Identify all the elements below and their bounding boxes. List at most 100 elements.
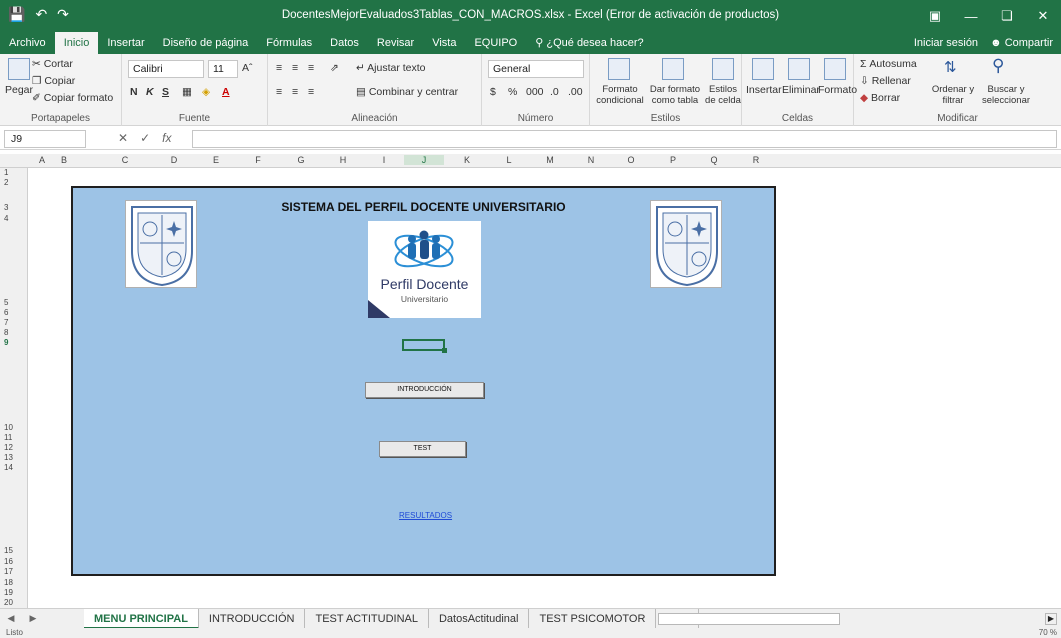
row-header[interactable]: 12 — [4, 443, 13, 452]
test-button[interactable]: TEST — [379, 441, 466, 457]
row-header[interactable]: 13 — [4, 453, 13, 462]
row-header[interactable]: 6 — [4, 308, 8, 317]
percent-icon[interactable]: % — [508, 86, 517, 98]
font-color-icon[interactable]: A — [222, 86, 230, 98]
tab-diseno-pagina[interactable]: Diseño de página — [154, 32, 258, 54]
paste-button[interactable]: Pegar — [5, 84, 33, 96]
conditional-format-button[interactable]: Formato condicional — [594, 84, 646, 106]
paste-icon[interactable] — [8, 58, 30, 80]
column-header-selected[interactable]: J — [404, 155, 444, 165]
align-right-icon[interactable]: ≡ — [308, 86, 314, 98]
currency-icon[interactable]: $ — [490, 86, 496, 98]
column-header[interactable]: G — [295, 155, 307, 165]
row-header[interactable]: 10 — [4, 423, 13, 432]
column-header[interactable]: E — [210, 155, 222, 165]
zoom-level[interactable]: 70 % — [1039, 628, 1057, 637]
cell-styles-button[interactable]: Estilos de celda — [704, 84, 742, 106]
sheet-tab-datos-actitudinal[interactable]: DatosActitudinal — [429, 608, 530, 629]
orientation-icon[interactable]: ⇗ — [330, 62, 339, 74]
font-size-select[interactable]: 11 — [208, 60, 238, 78]
sheet-tab-test-actitudinal[interactable]: TEST ACTITUDINAL — [305, 608, 429, 629]
row-header[interactable]: 11 — [4, 433, 12, 442]
align-center-icon[interactable]: ≡ — [292, 86, 298, 98]
row-header[interactable]: 14 — [4, 463, 13, 472]
function-icon[interactable]: fx — [162, 131, 171, 145]
fill-button[interactable]: ⇩ Rellenar — [860, 75, 911, 87]
sort-filter-icon[interactable]: ⇅ — [944, 58, 957, 76]
column-header[interactable]: M — [544, 155, 556, 165]
row-header[interactable]: 1 — [4, 168, 8, 177]
align-middle-icon[interactable]: ≡ — [292, 62, 298, 74]
thousands-icon[interactable]: 000 — [526, 86, 544, 98]
column-header[interactable]: P — [667, 155, 679, 165]
grow-font-icon[interactable]: Aˆ — [242, 62, 253, 74]
row-header[interactable]: 18 — [4, 578, 13, 587]
ribbon-display-options-icon[interactable]: ▣ — [917, 0, 953, 32]
scroll-tabs-right-icon[interactable]: ▶ — [22, 613, 44, 624]
column-header[interactable]: R — [750, 155, 762, 165]
format-as-table-icon[interactable] — [662, 58, 684, 80]
column-header[interactable]: F — [252, 155, 264, 165]
row-header[interactable]: 16 — [4, 557, 13, 566]
column-header[interactable]: Q — [708, 155, 720, 165]
align-bottom-icon[interactable]: ≡ — [308, 62, 314, 74]
underline-button[interactable]: S — [162, 86, 169, 98]
borders-icon[interactable]: ▦ — [182, 86, 192, 98]
row-header[interactable]: 15 — [4, 546, 13, 555]
find-icon[interactable]: ⚲ — [992, 56, 1004, 76]
column-header[interactable]: H — [337, 155, 349, 165]
column-header[interactable]: N — [585, 155, 597, 165]
scroll-tabs-left-icon[interactable]: ◀ — [0, 613, 22, 624]
merge-center-button[interactable]: ▤ Combinar y centrar — [356, 86, 458, 98]
row-header[interactable]: 3 — [4, 203, 8, 212]
align-top-icon[interactable]: ≡ — [276, 62, 282, 74]
resultados-link[interactable]: RESULTADOS — [399, 511, 452, 520]
tab-archivo[interactable]: Archivo — [0, 32, 55, 54]
minimize-button[interactable]: — — [953, 0, 989, 32]
column-header[interactable]: A — [36, 155, 48, 165]
row-header[interactable]: 2 — [4, 178, 8, 187]
sheet-tab-menu-principal[interactable]: MENU PRINCIPAL — [84, 608, 199, 629]
share-button[interactable]: ☻ Compartir — [990, 37, 1053, 49]
tab-revisar[interactable]: Revisar — [368, 32, 423, 54]
cut-button[interactable]: ✂ Cortar — [32, 58, 73, 70]
restore-button[interactable]: ❏ — [989, 0, 1025, 32]
row-header[interactable]: 5 — [4, 298, 8, 307]
format-as-table-button[interactable]: Dar formato como tabla — [646, 84, 704, 106]
format-cells-button[interactable]: Formato — [818, 84, 857, 96]
sign-in-link[interactable]: Iniciar sesión — [914, 37, 978, 49]
insert-cells-icon[interactable] — [752, 58, 774, 80]
align-left-icon[interactable]: ≡ — [276, 86, 282, 98]
font-name-select[interactable]: Calibri — [128, 60, 204, 78]
conditional-format-icon[interactable] — [608, 58, 630, 80]
clear-button[interactable]: ◆ Borrar — [860, 92, 900, 104]
decrease-decimal-icon[interactable]: .00 — [568, 86, 583, 98]
selected-cell-cursor[interactable] — [402, 339, 447, 353]
insert-cells-button[interactable]: Insertar — [746, 84, 782, 96]
row-header[interactable]: 8 — [4, 328, 8, 337]
row-header[interactable]: 17 — [4, 567, 13, 576]
find-select-button[interactable]: Buscar y seleccionar — [978, 84, 1034, 106]
column-header[interactable]: I — [378, 155, 390, 165]
formula-input[interactable] — [192, 130, 1057, 148]
wrap-text-button[interactable]: ↵ Ajustar texto — [356, 62, 426, 74]
sheet-tab-introduccion[interactable]: INTRODUCCIÓN — [199, 608, 306, 629]
delete-cells-button[interactable]: Eliminar — [782, 84, 820, 96]
autosum-button[interactable]: Σ Autosuma — [860, 58, 917, 70]
bold-button[interactable]: N — [130, 86, 138, 98]
number-format-select[interactable]: General — [488, 60, 584, 78]
sheet-tab-test-psicomotor[interactable]: TEST PSICOMOTOR — [529, 608, 657, 629]
format-cells-icon[interactable] — [824, 58, 846, 80]
sort-filter-button[interactable]: Ordenar y filtrar — [930, 84, 976, 106]
row-header[interactable]: 20 — [4, 598, 13, 607]
cancel-icon[interactable]: ✕ — [118, 131, 128, 145]
column-header[interactable]: L — [503, 155, 515, 165]
scroll-right-icon[interactable]: ▶ — [1045, 613, 1057, 625]
format-painter-button[interactable]: ✐ Copiar formato — [32, 92, 113, 104]
increase-decimal-icon[interactable]: .0 — [550, 86, 559, 98]
fill-color-icon[interactable]: ◈ — [202, 86, 210, 98]
column-header[interactable]: K — [461, 155, 473, 165]
tab-formulas[interactable]: Fórmulas — [257, 32, 321, 54]
delete-cells-icon[interactable] — [788, 58, 810, 80]
tab-equipo[interactable]: EQUIPO — [465, 32, 526, 54]
